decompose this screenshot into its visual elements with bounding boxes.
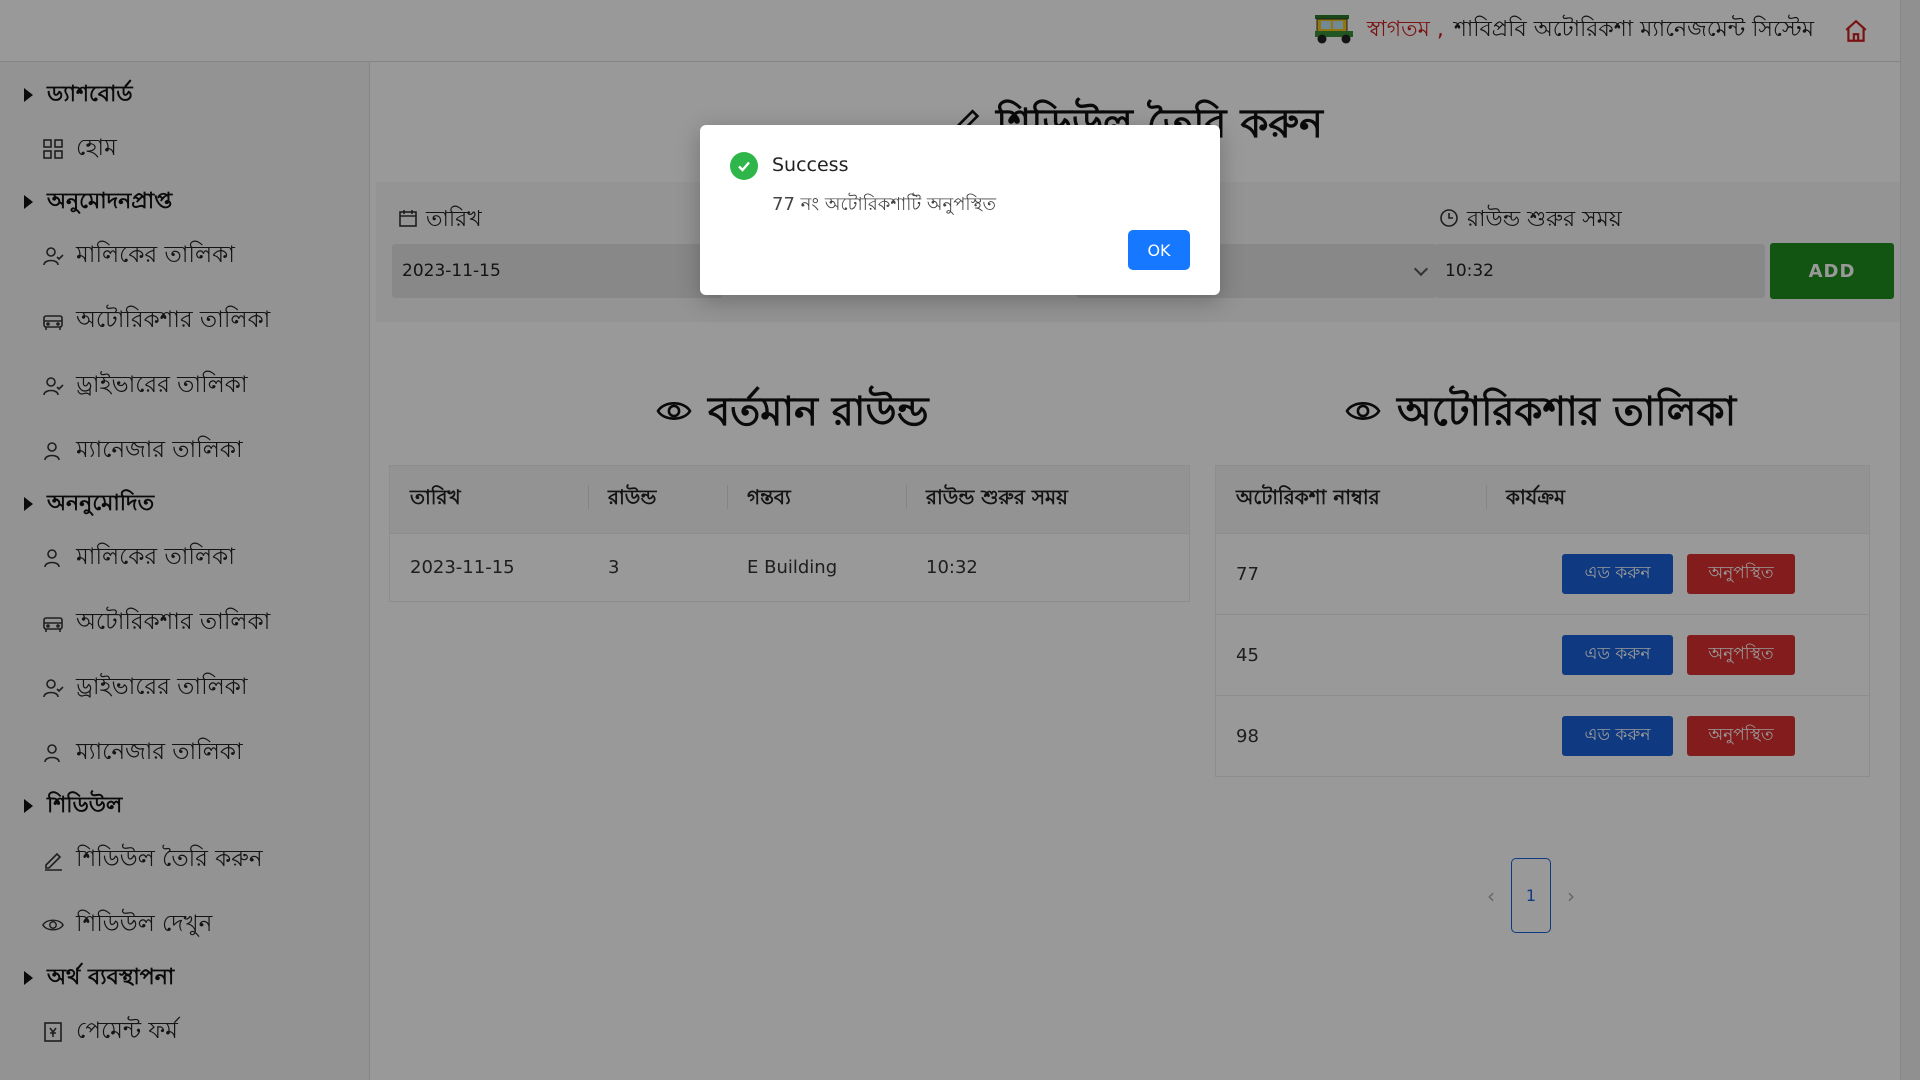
success-check-icon xyxy=(730,152,758,180)
ok-button[interactable]: OK xyxy=(1128,230,1190,270)
dialog-message: 77 নং অটোরিকশাটি অনুপস্থিত xyxy=(772,194,997,215)
success-dialog: Success 77 নং অটোরিকশাটি অনুপস্থিত OK xyxy=(700,125,1220,295)
dialog-title: Success xyxy=(772,154,849,176)
